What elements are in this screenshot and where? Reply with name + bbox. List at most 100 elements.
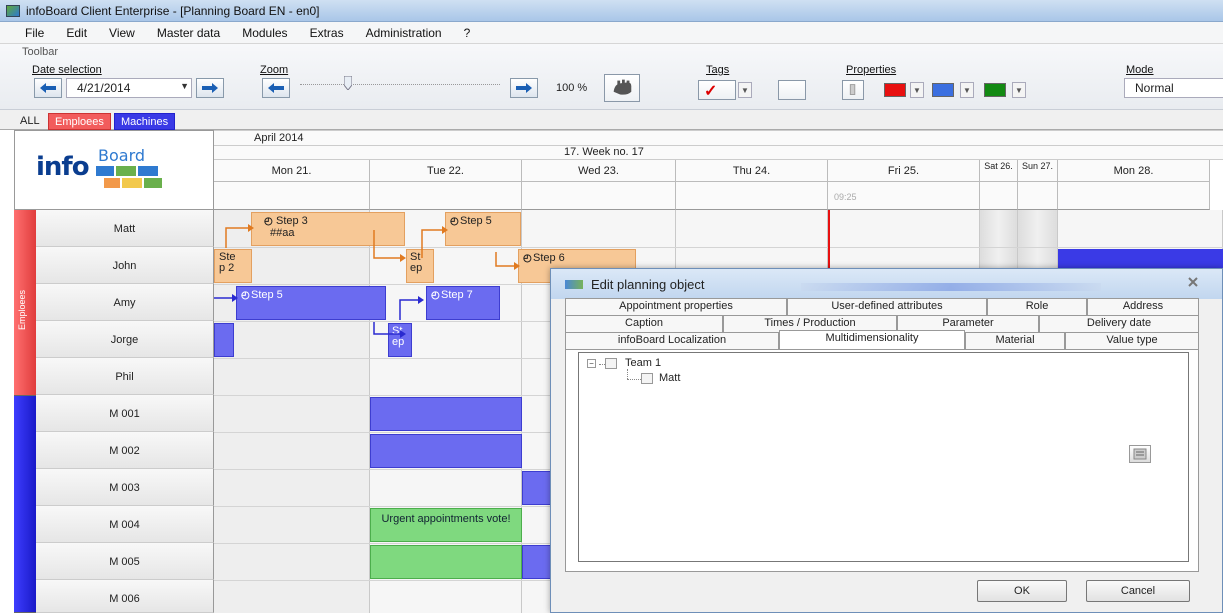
- tab-caption[interactable]: Caption: [565, 315, 723, 332]
- zoom-slider-thumb[interactable]: [344, 76, 352, 90]
- tree-item-matt[interactable]: Matt: [659, 372, 680, 384]
- date-next-button[interactable]: [196, 78, 224, 98]
- arrow-left-icon: [268, 83, 284, 93]
- tree-connector: [627, 369, 628, 379]
- sub-header: [522, 182, 676, 210]
- view-tabs: ALL Emploees Machines: [0, 110, 1223, 130]
- menu-administration[interactable]: Administration: [355, 26, 453, 40]
- tab-delivery-date[interactable]: Delivery date: [1039, 315, 1199, 332]
- current-time-label: 09:25: [834, 192, 857, 202]
- tree-collapse-icon[interactable]: −: [587, 359, 596, 368]
- row-label-matt[interactable]: Matt: [36, 210, 214, 247]
- multidimensionality-tree: − Team 1 Matt: [578, 352, 1189, 562]
- ok-button[interactable]: OK: [977, 580, 1067, 602]
- tree-item-team1[interactable]: Team 1: [625, 357, 661, 369]
- employees-group-label: Emploees: [17, 290, 27, 331]
- day-header-mon21: Mon 21.: [214, 160, 370, 182]
- arrow-right-icon: [202, 83, 218, 93]
- chevron-down-icon: ▼: [180, 81, 189, 91]
- tab-employees[interactable]: Emploees: [48, 113, 111, 130]
- property-color-blue[interactable]: [932, 83, 954, 97]
- machine-task-m001[interactable]: [370, 397, 522, 431]
- check-icon: ✓: [704, 83, 718, 100]
- property-red-dropdown[interactable]: ▼: [910, 82, 924, 98]
- month-label: April 2014: [254, 132, 304, 144]
- tab-address[interactable]: Address: [1087, 298, 1199, 315]
- zoom-out-button[interactable]: [262, 78, 290, 98]
- menu-file[interactable]: File: [14, 26, 55, 40]
- property-blue-dropdown[interactable]: ▼: [960, 82, 974, 98]
- day-header-thu24: Thu 24.: [676, 160, 828, 182]
- day-header-wed23: Wed 23.: [522, 160, 676, 182]
- menu-master-data[interactable]: Master data: [146, 26, 231, 40]
- month-header: April 2014: [214, 130, 1223, 146]
- row-label-m006[interactable]: M 006: [36, 580, 214, 613]
- sub-header: [214, 182, 370, 210]
- week-label: 17. Week no. 17: [564, 146, 644, 158]
- date-prev-button[interactable]: [34, 78, 62, 98]
- machine-task-m003[interactable]: [522, 471, 552, 505]
- sub-header: [980, 182, 1018, 210]
- menu-help[interactable]: ?: [453, 26, 482, 40]
- tags-blank-button[interactable]: [778, 80, 806, 100]
- row-label-m005[interactable]: M 005: [36, 543, 214, 580]
- tree-connector: [627, 379, 641, 380]
- tab-machines[interactable]: Machines: [114, 113, 176, 130]
- list-icon: [1133, 448, 1147, 460]
- menu-view[interactable]: View: [98, 26, 146, 40]
- property-info-button[interactable]: [842, 80, 864, 100]
- tags-dropdown[interactable]: ▼: [738, 82, 752, 98]
- close-icon: [1188, 277, 1198, 287]
- hand-tool-button[interactable]: [604, 74, 640, 102]
- row-label-m004[interactable]: M 004: [36, 506, 214, 543]
- dependency-arrows: [214, 224, 520, 338]
- window-title: infoBoard Client Enterprise - [Planning …: [26, 3, 320, 18]
- tags-button[interactable]: ✓: [698, 80, 736, 100]
- sub-header: 09:25: [828, 182, 980, 210]
- tab-infoboard-localization[interactable]: infoBoard Localization: [565, 332, 779, 349]
- zoom-slider[interactable]: [300, 76, 500, 90]
- dialog-icon: [565, 279, 583, 289]
- property-color-green[interactable]: [984, 83, 1006, 97]
- tab-value-type[interactable]: Value type: [1065, 332, 1199, 349]
- info-icon: [849, 84, 856, 95]
- tab-material[interactable]: Material: [965, 332, 1065, 349]
- tab-all[interactable]: ALL: [14, 113, 46, 130]
- date-combo[interactable]: 4/21/2014 ▼: [66, 78, 192, 98]
- tab-appointment-properties[interactable]: Appointment properties: [565, 298, 787, 315]
- task-urgent[interactable]: Urgent appointments vote!: [370, 508, 522, 542]
- row-label-m001[interactable]: M 001: [36, 395, 214, 432]
- machine-task-m005[interactable]: [522, 545, 552, 579]
- menu-modules[interactable]: Modules: [231, 26, 298, 40]
- row-label-m003[interactable]: M 003: [36, 469, 214, 506]
- row-label-amy[interactable]: Amy: [36, 284, 214, 321]
- list-icon-button[interactable]: [1129, 445, 1151, 463]
- cancel-button[interactable]: Cancel: [1086, 580, 1190, 602]
- sub-header: [676, 182, 828, 210]
- checkbox-team1[interactable]: [605, 358, 617, 369]
- mode-value: Normal: [1135, 81, 1174, 95]
- machine-task-m005-green[interactable]: [370, 545, 522, 579]
- checkbox-matt[interactable]: [641, 373, 653, 384]
- dialog-title: Edit planning object: [591, 276, 705, 292]
- date-selection-label: Date selection: [32, 64, 102, 76]
- property-green-dropdown[interactable]: ▼: [1012, 82, 1026, 98]
- row-label-john[interactable]: John: [36, 247, 214, 284]
- hand-icon: [613, 79, 632, 95]
- machine-task-m002[interactable]: [370, 434, 522, 468]
- infoboard-logo: info: [36, 152, 90, 182]
- tab-multidimensionality[interactable]: Multidimensionality: [779, 330, 965, 349]
- menu-edit[interactable]: Edit: [55, 26, 98, 40]
- mode-combo[interactable]: Normal: [1124, 78, 1223, 98]
- day-header-fri25: Fri 25.: [828, 160, 980, 182]
- row-label-m002[interactable]: M 002: [36, 432, 214, 469]
- zoom-in-button[interactable]: [510, 78, 538, 98]
- row-label-phil[interactable]: Phil: [36, 358, 214, 395]
- tab-role[interactable]: Role: [987, 298, 1087, 315]
- row-label-jorge[interactable]: Jorge: [36, 321, 214, 358]
- toolbar-caption: Toolbar: [22, 46, 59, 58]
- menu-extras[interactable]: Extras: [299, 26, 355, 40]
- property-color-red[interactable]: [884, 83, 906, 97]
- close-button[interactable]: [1180, 275, 1206, 291]
- tab-user-defined-attributes[interactable]: User-defined attributes: [787, 298, 987, 315]
